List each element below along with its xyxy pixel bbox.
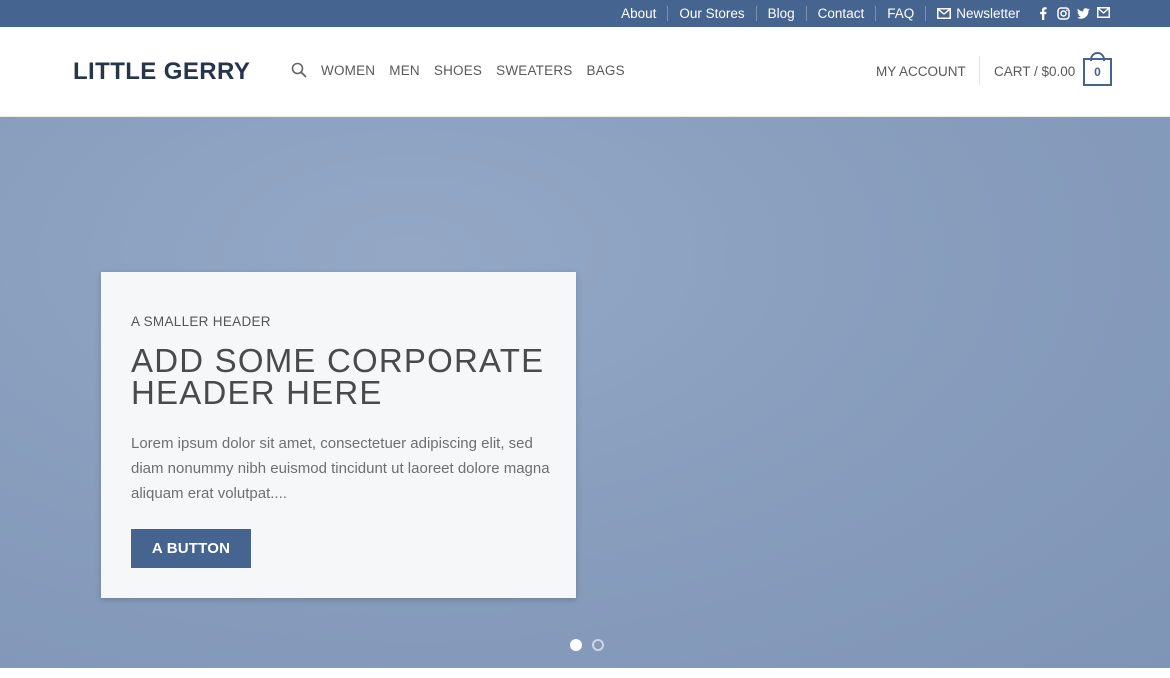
newsletter-link[interactable]: Newsletter — [926, 6, 1031, 21]
nav-item-shoes[interactable]: SHOES — [434, 63, 482, 78]
top-link-contact[interactable]: Contact — [807, 6, 876, 21]
site-logo[interactable]: LITTLE GERRY — [73, 58, 250, 86]
email-icon[interactable] — [1097, 7, 1110, 20]
top-bar: About Our Stores Blog Contact FAQ Newsle… — [0, 0, 1170, 27]
hero-title: ADD SOME CORPORATE HEADER HERE — [131, 342, 545, 411]
cart-link[interactable]: CART / $0.00 — [994, 64, 1075, 79]
top-link-faq[interactable]: FAQ — [876, 6, 925, 21]
nav-item-women[interactable]: WOMEN — [321, 63, 375, 78]
main-nav: WOMEN MEN SHOES SWEATERS BAGS — [291, 62, 639, 78]
hero-card: A SMALLER HEADER ADD SOME CORPORATE HEAD… — [101, 272, 576, 598]
instagram-icon[interactable] — [1057, 7, 1070, 20]
search-icon[interactable] — [291, 62, 307, 78]
hero-small-header: A SMALLER HEADER — [131, 314, 271, 329]
slider-dots — [570, 639, 604, 651]
top-nav: About Our Stores Blog Contact FAQ Newsle… — [610, 0, 1110, 27]
nav-item-sweaters[interactable]: SWEATERS — [496, 63, 572, 78]
site-header: LITTLE GERRY WOMEN MEN SHOES SWEATERS BA… — [0, 27, 1170, 117]
slider-dot-2[interactable] — [592, 639, 604, 651]
facebook-icon[interactable] — [1037, 7, 1050, 20]
twitter-icon[interactable] — [1077, 7, 1090, 20]
envelope-icon — [937, 8, 952, 19]
slider-dot-1[interactable] — [570, 639, 582, 651]
newsletter-label: Newsletter — [956, 6, 1020, 21]
top-link-blog[interactable]: Blog — [757, 6, 806, 21]
hero-slider: A SMALLER HEADER ADD SOME CORPORATE HEAD… — [0, 117, 1170, 668]
nav-item-men[interactable]: MEN — [389, 63, 420, 78]
top-link-about[interactable]: About — [610, 6, 667, 21]
nav-item-bags[interactable]: BAGS — [586, 63, 624, 78]
social-icons — [1037, 7, 1110, 20]
cart-count-badge[interactable]: 0 — [1083, 58, 1112, 86]
hero-body-text: Lorem ipsum dolor sit amet, consectetuer… — [131, 435, 550, 502]
hero-button[interactable]: A BUTTON — [131, 529, 251, 568]
my-account-link[interactable]: MY ACCOUNT — [876, 64, 966, 79]
top-link-our-stores[interactable]: Our Stores — [668, 6, 755, 21]
header-divider — [979, 56, 980, 86]
